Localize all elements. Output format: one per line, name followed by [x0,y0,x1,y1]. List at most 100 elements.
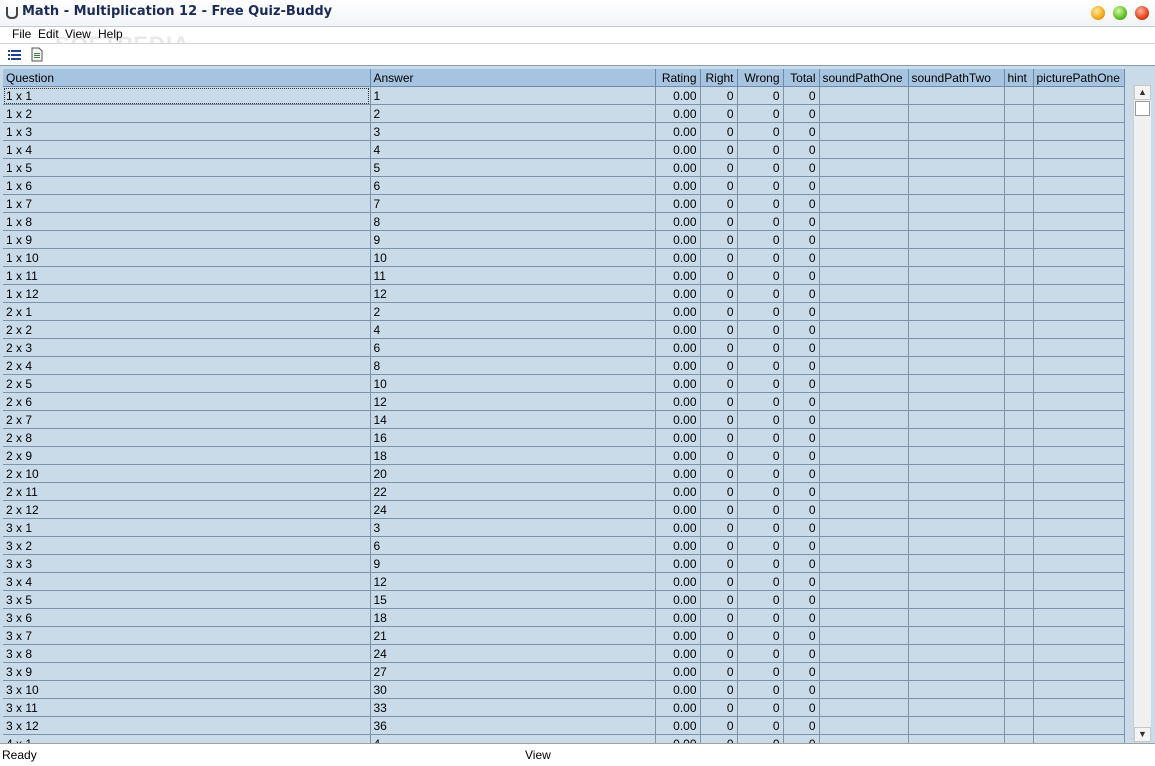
table-cell[interactable]: 0.00 [655,140,701,159]
table-row[interactable]: 3 x 7 21 0.00 0 0 0 [3,626,1125,645]
table-cell[interactable] [1004,554,1034,573]
table-cell[interactable] [908,590,1005,609]
table-cell[interactable] [1033,662,1125,681]
table-cell[interactable]: 0 [783,680,820,699]
table-cell[interactable] [1033,698,1125,717]
table-cell[interactable] [908,662,1005,681]
table-cell[interactable]: 1 [370,86,656,105]
table-cell[interactable]: 0 [737,392,784,411]
table-cell[interactable] [1033,356,1125,375]
table-cell[interactable]: 0 [700,338,738,357]
table-cell[interactable]: 0.00 [655,716,701,735]
table-cell[interactable]: 3 x 2 [3,536,371,555]
table-cell[interactable] [1033,302,1125,321]
table-cell[interactable]: 0 [700,644,738,663]
table-cell[interactable]: 2 x 9 [3,446,371,465]
table-cell[interactable]: 0.00 [655,302,701,321]
table-cell[interactable] [1033,104,1125,123]
table-cell[interactable] [819,536,909,555]
table-cell[interactable] [819,140,909,159]
minimize-button[interactable] [1091,6,1105,20]
table-cell[interactable] [1004,194,1034,213]
table-cell[interactable]: 12 [370,392,656,411]
table-cell[interactable]: 0 [700,662,738,681]
table-cell[interactable]: 0 [737,680,784,699]
table-cell[interactable]: 0 [737,86,784,105]
table-cell[interactable]: 0.00 [655,248,701,267]
table-cell[interactable] [1033,122,1125,141]
table-cell[interactable]: 2 x 4 [3,356,371,375]
table-row[interactable]: 2 x 3 6 0.00 0 0 0 [3,338,1125,357]
col-sound-path-one[interactable]: soundPathOne [819,69,909,87]
scroll-thumb[interactable] [1135,101,1150,116]
table-cell[interactable]: 0 [737,590,784,609]
table-cell[interactable] [1033,734,1125,743]
table-cell[interactable] [1033,626,1125,645]
table-cell[interactable]: 0 [737,536,784,555]
table-cell[interactable]: 2 x 8 [3,428,371,447]
table-cell[interactable]: 0.00 [655,374,701,393]
table-cell[interactable]: 0.00 [655,266,701,285]
table-cell[interactable] [1033,176,1125,195]
table-cell[interactable]: 1 x 5 [3,158,371,177]
table-cell[interactable] [908,320,1005,339]
table-cell[interactable]: 0 [700,356,738,375]
table-row[interactable]: 2 x 12 24 0.00 0 0 0 [3,500,1125,519]
table-cell[interactable]: 0.00 [655,104,701,123]
table-cell[interactable]: 0 [737,320,784,339]
table-cell[interactable]: 0 [783,572,820,591]
table-cell[interactable]: 0.00 [655,644,701,663]
table-cell[interactable]: 0.00 [655,320,701,339]
table-cell[interactable]: 0 [700,446,738,465]
table-row[interactable]: 1 x 6 6 0.00 0 0 0 [3,176,1125,195]
table-cell[interactable]: 0 [700,464,738,483]
table-cell[interactable] [908,500,1005,519]
table-cell[interactable]: 5 [370,158,656,177]
document-icon[interactable] [29,47,45,62]
table-cell[interactable]: 0 [737,518,784,537]
table-cell[interactable]: 6 [370,536,656,555]
table-cell[interactable] [908,122,1005,141]
table-cell[interactable] [908,302,1005,321]
table-row[interactable]: 2 x 5 10 0.00 0 0 0 [3,374,1125,393]
col-right[interactable]: Right [700,69,738,87]
table-cell[interactable]: 0 [737,644,784,663]
table-row[interactable]: 3 x 5 15 0.00 0 0 0 [3,590,1125,609]
table-cell[interactable]: 2 x 7 [3,410,371,429]
table-cell[interactable]: 0 [737,122,784,141]
table-cell[interactable]: 0 [737,734,784,743]
table-cell[interactable]: 0 [783,698,820,717]
table-cell[interactable]: 3 x 9 [3,662,371,681]
table-cell[interactable] [819,158,909,177]
table-cell[interactable] [819,644,909,663]
menu-view[interactable]: View [65,27,91,42]
table-cell[interactable]: 0 [783,500,820,519]
table-cell[interactable]: 0 [700,536,738,555]
table-cell[interactable] [908,86,1005,105]
table-cell[interactable] [908,158,1005,177]
menu-help[interactable]: Help [98,27,123,42]
table-cell[interactable]: 2 x 12 [3,500,371,519]
table-row[interactable]: 4 x 140.00000 [3,734,1125,743]
table-cell[interactable]: 14 [370,410,656,429]
table-cell[interactable]: 0 [737,284,784,303]
table-cell[interactable] [1033,428,1125,447]
table-row[interactable]: 3 x 8 24 0.00 0 0 0 [3,644,1125,663]
table-cell[interactable]: 0 [783,302,820,321]
table-cell[interactable] [1033,212,1125,231]
table-cell[interactable] [908,734,1005,743]
table-cell[interactable]: 0 [783,482,820,501]
table-cell[interactable]: 21 [370,626,656,645]
table-cell[interactable] [908,230,1005,249]
table-cell[interactable]: 0 [700,248,738,267]
table-cell[interactable]: 0 [700,680,738,699]
table-cell[interactable]: 0 [783,194,820,213]
table-row[interactable]: 3 x 4 12 0.00 0 0 0 [3,572,1125,591]
table-row[interactable]: 3 x 2 6 0.00 0 0 0 [3,536,1125,555]
table-cell[interactable]: 6 [370,338,656,357]
table-cell[interactable] [1004,626,1034,645]
table-cell[interactable] [1004,302,1034,321]
table-cell[interactable]: 20 [370,464,656,483]
table-cell[interactable]: 0 [737,194,784,213]
table-cell[interactable]: 12 [370,284,656,303]
